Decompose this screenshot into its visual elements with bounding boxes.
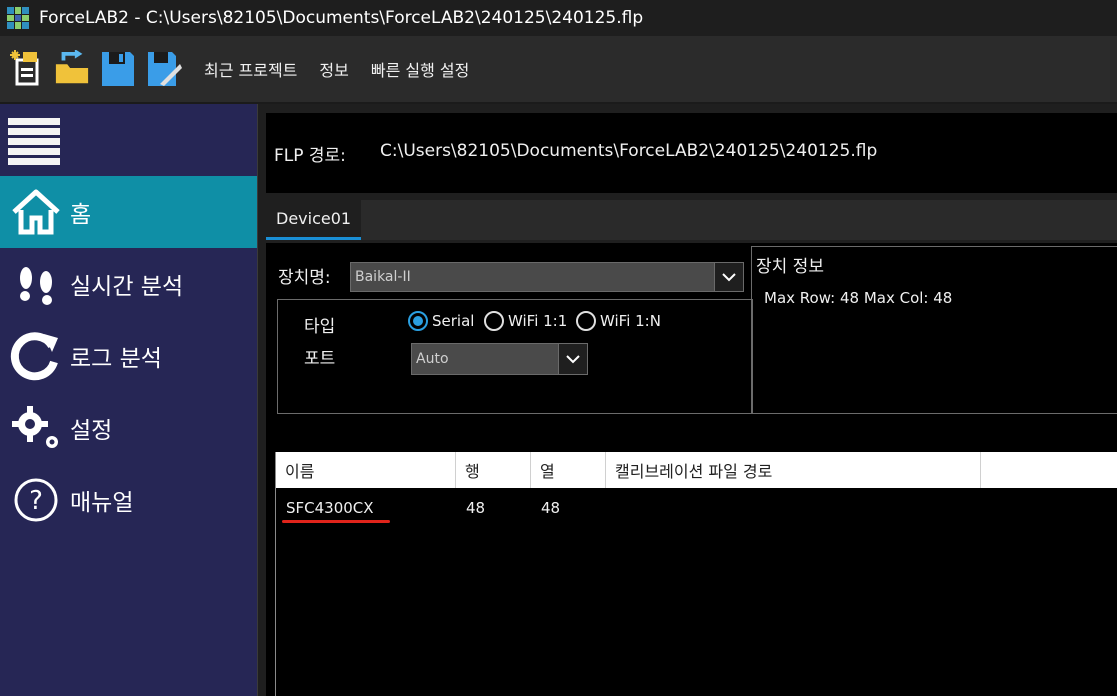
tab-device01[interactable]: Device01 — [266, 200, 362, 240]
sidebar-item-label: 로그 분석 — [70, 346, 162, 372]
cell-rows: 48 — [466, 499, 486, 517]
column-header-rows[interactable]: 행 — [456, 452, 531, 488]
cell-cols: 48 — [541, 499, 561, 517]
open-folder-icon[interactable] — [54, 49, 90, 89]
device-info-box: 장치 정보 Max Row: 48 Max Col: 48 — [751, 246, 1117, 414]
connection-box: 타입 포트 Serial WiFi 1:1 WiFi 1:N Auto — [277, 299, 753, 414]
sidebar-item-home[interactable]: 홈 — [0, 176, 257, 248]
device-info-text: Max Row: 48 Max Col: 48 — [764, 289, 953, 307]
info-menu[interactable]: 정보 — [319, 57, 348, 81]
new-project-icon[interactable] — [8, 49, 44, 89]
device-content: 장치명: Baikal-II 타입 포트 Serial WiFi 1:1 WiF… — [266, 243, 1117, 696]
radio-label: Serial — [432, 312, 475, 330]
cell-calibration-path — [606, 488, 981, 528]
sidebar-item-settings[interactable]: 설정 — [0, 392, 257, 464]
hamburger-menu-icon[interactable] — [8, 118, 60, 165]
app-logo-icon — [7, 7, 29, 29]
highlight-underline — [282, 520, 390, 523]
save-icon[interactable] — [100, 49, 136, 89]
type-label: 타입 — [304, 317, 336, 337]
radio-wifi-1-1[interactable]: WiFi 1:1 — [484, 311, 567, 331]
sidebar-item-label: 실시간 분석 — [70, 274, 184, 300]
column-header-calibration-path[interactable]: 캘리브레이션 파일 경로 — [606, 452, 981, 488]
recent-projects-menu[interactable]: 최근 프로젝트 — [204, 57, 297, 81]
sidebar-item-realtime[interactable]: 실시간 분석 — [0, 248, 257, 320]
quick-launch-settings-menu[interactable]: 빠른 실행 설정 — [371, 57, 470, 81]
sidebar: 홈 실시간 분석 로그 분석 설정 ? 매뉴얼 — [0, 104, 258, 696]
device-info-title: 장치 정보 — [756, 257, 824, 277]
sidebar-item-label: 홈 — [70, 202, 92, 228]
radio-button-icon — [484, 311, 504, 331]
sidebar-item-log-analysis[interactable]: 로그 분석 — [0, 320, 257, 392]
flp-path-value: C:\Users\82105\Documents\ForceLAB2\24012… — [380, 141, 878, 161]
table-row[interactable]: SFC4300CX 48 48 — [276, 488, 1117, 528]
column-header-name[interactable]: 이름 — [276, 452, 456, 488]
radio-button-icon — [408, 311, 428, 331]
radio-label: WiFi 1:N — [600, 312, 661, 330]
port-value: Auto — [416, 351, 449, 367]
main-panel: FLP 경로: C:\Users\82105\Documents\ForceLA… — [258, 104, 1117, 696]
device-name-value: Baikal-II — [355, 269, 411, 285]
chevron-down-icon — [558, 344, 587, 374]
flp-path-panel: FLP 경로: C:\Users\82105\Documents\ForceLA… — [266, 113, 1117, 193]
device-name-label: 장치명: — [278, 268, 331, 288]
window-title: ForceLAB2 - C:\Users\82105\Documents\For… — [39, 8, 644, 28]
radio-label: WiFi 1:1 — [508, 312, 568, 330]
radio-serial[interactable]: Serial — [408, 311, 474, 331]
flp-path-label: FLP 경로: — [274, 146, 346, 166]
svg-text:?: ? — [29, 486, 43, 516]
sidebar-item-label: 설정 — [70, 418, 113, 444]
radio-button-icon — [576, 311, 596, 331]
column-header-cols[interactable]: 열 — [531, 452, 606, 488]
table-header: 이름 행 열 캘리브레이션 파일 경로 — [276, 452, 1117, 488]
save-as-icon[interactable] — [146, 49, 182, 89]
help-icon: ? — [4, 468, 68, 532]
footprints-icon — [4, 252, 68, 316]
sidebar-item-label: 매뉴얼 — [70, 490, 134, 516]
device-tab-strip: Device01 — [266, 200, 1117, 240]
column-header-empty — [981, 452, 1117, 488]
gears-icon — [4, 396, 68, 460]
sidebar-item-manual[interactable]: ? 매뉴얼 — [0, 464, 257, 536]
refresh-icon — [4, 324, 68, 388]
port-dropdown[interactable]: Auto — [411, 343, 588, 375]
title-bar: ForceLAB2 - C:\Users\82105\Documents\For… — [0, 0, 1117, 36]
chevron-down-icon — [714, 263, 743, 291]
radio-wifi-1-n[interactable]: WiFi 1:N — [576, 311, 661, 331]
home-icon — [4, 180, 68, 244]
sensor-table: 이름 행 열 캘리브레이션 파일 경로 SFC4300CX 48 48 — [275, 452, 1117, 696]
device-name-dropdown[interactable]: Baikal-II — [350, 262, 744, 292]
toolbar: 최근 프로젝트 정보 빠른 실행 설정 — [0, 36, 1117, 102]
port-label: 포트 — [304, 349, 336, 369]
